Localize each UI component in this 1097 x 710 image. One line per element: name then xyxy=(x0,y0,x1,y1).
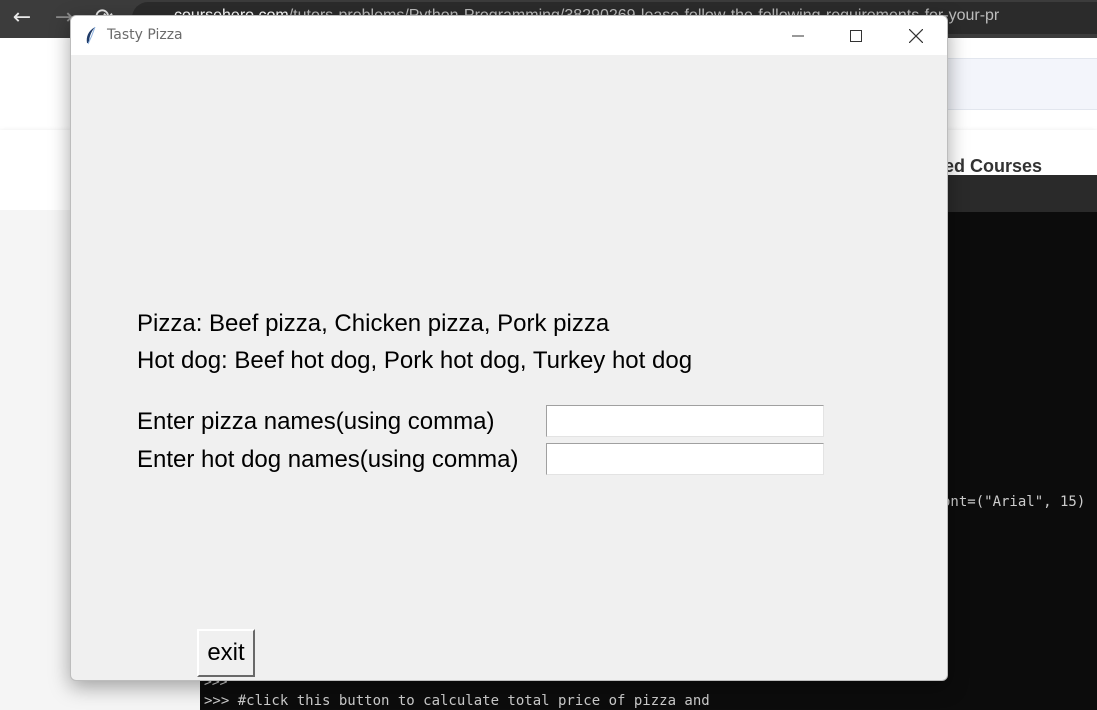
page-search-box[interactable] xyxy=(930,58,1097,110)
hotdog-names-label: Enter hot dog names(using comma) xyxy=(137,446,519,473)
window-title: Tasty Pizza xyxy=(107,27,183,43)
tasty-pizza-window: Tasty Pizza Pizza: Beef pizza, Chicken p… xyxy=(70,15,948,681)
back-arrow-icon[interactable]: ← xyxy=(8,4,36,32)
hotdog-menu-label: Hot dog: Beef hot dog, Pork hot dog, Tur… xyxy=(137,347,693,374)
pizza-menu-label: Pizza: Beef pizza, Chicken pizza, Pork p… xyxy=(137,310,610,337)
close-button[interactable] xyxy=(887,16,945,55)
minimize-icon xyxy=(792,35,804,36)
window-titlebar[interactable]: Tasty Pizza xyxy=(71,16,947,55)
shell-code-line: ont=("Arial", 15) xyxy=(942,494,1086,510)
close-icon xyxy=(909,28,923,43)
exit-button[interactable]: exit xyxy=(197,629,255,677)
hotdog-names-input[interactable] xyxy=(546,443,824,475)
feather-icon xyxy=(86,26,96,45)
pizza-names-input[interactable] xyxy=(546,405,824,437)
maximize-button[interactable] xyxy=(827,16,885,55)
minimize-button[interactable] xyxy=(769,16,827,55)
shell-comment-line: >>> #click this button to calculate tota… xyxy=(204,693,710,709)
pizza-names-label: Enter pizza names(using comma) xyxy=(137,408,495,435)
maximize-icon xyxy=(850,29,862,42)
related-courses-heading: ted Courses xyxy=(938,156,1043,176)
